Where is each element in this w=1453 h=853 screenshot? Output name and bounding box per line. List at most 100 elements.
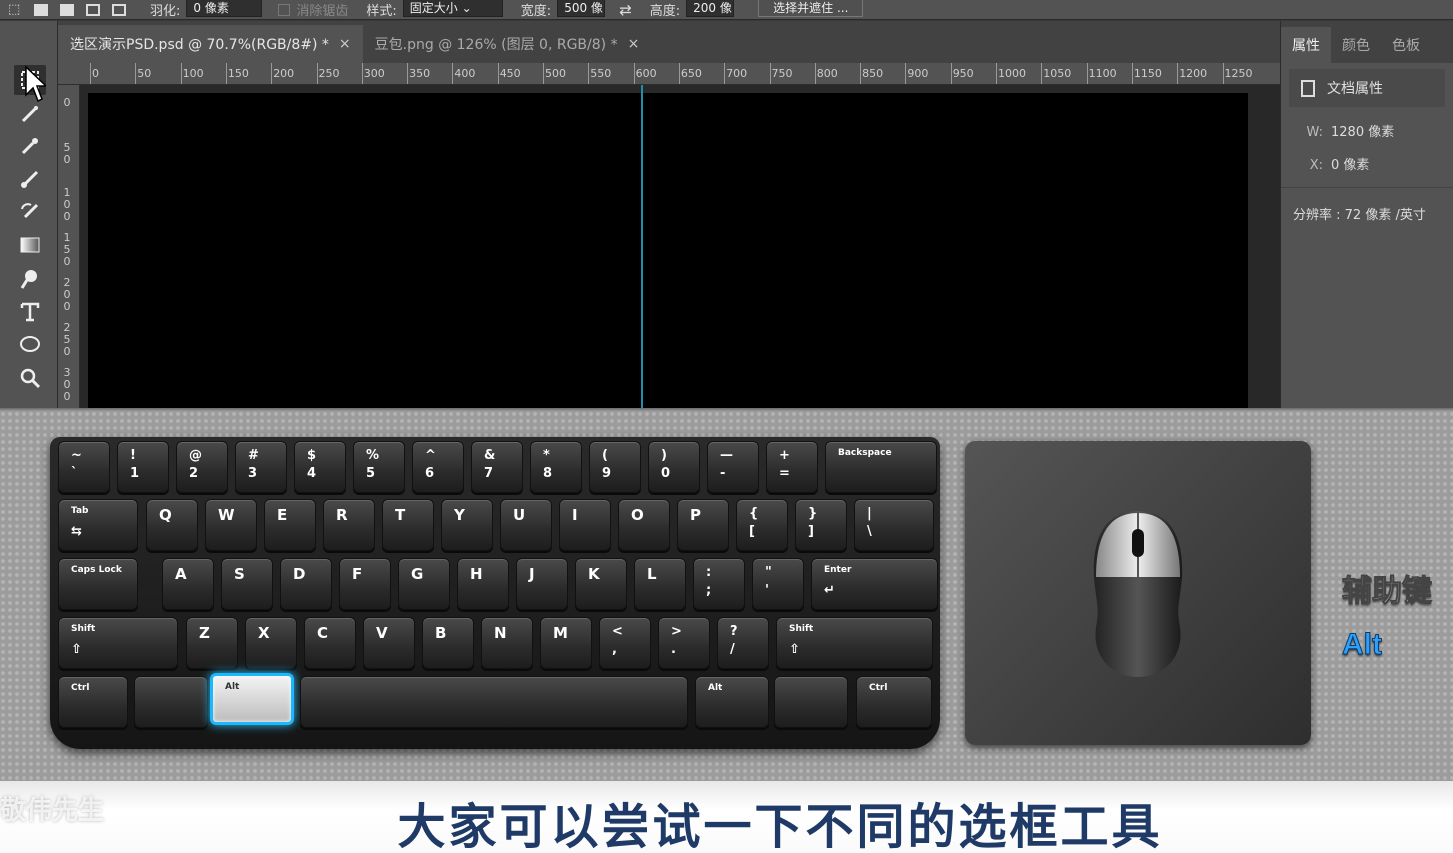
- close-icon[interactable]: ×: [339, 36, 351, 52]
- gradient-tool[interactable]: [14, 230, 46, 260]
- ruler-tick: [1041, 63, 1043, 84]
- key-X: X: [245, 617, 297, 669]
- key-.: >.: [658, 617, 710, 669]
- eyedropper-tool[interactable]: [14, 131, 46, 161]
- dodge-tool[interactable]: [14, 264, 46, 294]
- history-brush-tool[interactable]: [14, 197, 46, 227]
- ruler-label: 200: [273, 67, 295, 80]
- ruler-label: 700: [726, 67, 748, 80]
- vertical-ruler[interactable]: 0 50 100 150 200 250 300: [58, 85, 80, 411]
- ruler-tick: [860, 63, 862, 84]
- ruler-tick: [452, 63, 454, 84]
- ellipse-icon: [20, 336, 40, 352]
- x-property-value[interactable]: 0 像素: [1331, 158, 1369, 173]
- canvas-area[interactable]: [80, 85, 1280, 411]
- properties-panel: 属性 颜色 色板 文档属性 W: 1280 像素 X: 0 像素 分辨率 : 72 …: [1280, 21, 1453, 411]
- key-/: ? /: [717, 617, 769, 669]
- style-label: 样式:: [366, 4, 397, 19]
- key-5: % 5: [353, 441, 405, 493]
- key-2: @2: [176, 441, 228, 493]
- zoom-tool[interactable]: [14, 363, 46, 393]
- ruler-label: 1150: [1133, 67, 1162, 80]
- key-B: B: [422, 617, 474, 669]
- key-backspace: Backspace: [825, 441, 937, 493]
- ruler-tick: [271, 63, 273, 84]
- document-properties-header: 文档属性: [1289, 69, 1445, 107]
- ruler-label: 350: [409, 67, 431, 80]
- tab-color[interactable]: 颜色: [1331, 27, 1381, 63]
- key--: — -: [707, 441, 759, 493]
- brush-tool[interactable]: [14, 164, 46, 194]
- type-icon: [20, 302, 40, 322]
- add-selection-icon[interactable]: [60, 3, 74, 16]
- intersect-selection-icon[interactable]: [112, 3, 126, 16]
- ruler-tick: [1177, 63, 1179, 84]
- ruler-label: 0: [63, 96, 71, 109]
- key-\: | \: [854, 499, 934, 551]
- history-brush-icon: [21, 203, 39, 219]
- marquee-preset-icon[interactable]: ⬚ ⌄: [8, 2, 28, 20]
- width-input[interactable]: 500 像: [557, 0, 606, 17]
- guide-line[interactable]: [641, 85, 643, 411]
- horizontal-ruler[interactable]: 0 50 100 150 200 250 300 350 400 450 500 550 600 650 7…: [58, 63, 1280, 85]
- key-menu: [774, 676, 848, 728]
- document-icon: [1301, 79, 1315, 97]
- ruler-label: 150: [63, 231, 71, 268]
- document-canvas[interactable]: [88, 93, 1248, 411]
- width-property-value[interactable]: 1280 像素: [1331, 125, 1394, 140]
- mouse-cursor-icon: [25, 65, 46, 103]
- height-label: 高度:: [649, 4, 681, 19]
- ruler-tick: [1086, 63, 1088, 84]
- ruler-label: 50: [137, 67, 152, 80]
- key-J: J: [516, 558, 568, 610]
- select-and-mask-button[interactable]: 选择并遮住 ...: [758, 0, 864, 17]
- key-': " ': [752, 558, 804, 610]
- x-property: X: 0 像素: [1297, 154, 1453, 173]
- close-icon[interactable]: ×: [628, 36, 640, 52]
- type-tool[interactable]: [14, 297, 46, 327]
- ruler-tick: [950, 63, 952, 84]
- resolution-text: 分辨率 : 72 像素 /英寸: [1293, 208, 1426, 223]
- subtract-selection-icon[interactable]: [86, 3, 100, 16]
- key-9: (9: [589, 441, 641, 493]
- key-=: + =: [766, 441, 818, 493]
- ruler-label: 1250: [1224, 67, 1253, 80]
- ruler-tick: [769, 63, 771, 84]
- new-selection-icon[interactable]: [34, 3, 48, 16]
- key-V: V: [363, 617, 415, 669]
- magic-wand-icon: [21, 106, 38, 123]
- key-shift-right: Shift ⇧: [776, 617, 933, 669]
- key-S: S: [221, 558, 273, 610]
- key-alt-left: Alt: [210, 673, 294, 725]
- zoom-icon: [20, 368, 41, 389]
- tab-swatches[interactable]: 色板: [1381, 27, 1431, 63]
- key-[: {[: [736, 499, 788, 551]
- tab-psd[interactable]: 选区演示PSD.psd @ 70.7%(RGB/8#) * ×: [58, 25, 363, 63]
- ruler-tick: [1131, 63, 1133, 84]
- tab-label: 选区演示PSD.psd @ 70.7%(RGB/8#) *: [70, 37, 329, 53]
- key-A: A: [162, 558, 214, 610]
- ruler-label: 250: [318, 67, 340, 80]
- ruler-tick: [588, 63, 590, 84]
- ruler-tick: [180, 63, 182, 84]
- tab-properties[interactable]: 属性: [1281, 27, 1331, 63]
- tab-png[interactable]: 豆包.png @ 126% (图层 0, RGB/8) * ×: [363, 25, 652, 63]
- ruler-label: 300: [63, 366, 71, 403]
- style-select[interactable]: 固定大小 ⌄: [402, 0, 503, 17]
- swap-icon[interactable]: ⇄: [619, 1, 632, 19]
- key-shift-left: Shift ⇧: [58, 617, 178, 669]
- ruler-label: 0: [92, 67, 99, 80]
- ruler-tick: [814, 63, 816, 84]
- key-ctrl-left: Ctrl: [58, 676, 128, 728]
- key-P: P: [677, 499, 729, 551]
- ruler-tick: [633, 63, 635, 84]
- height-input[interactable]: 200 像: [686, 0, 735, 17]
- ruler-tick: [724, 63, 726, 84]
- key-N: N: [481, 617, 533, 669]
- ruler-tick: [996, 63, 997, 84]
- ellipse-tool[interactable]: [14, 329, 46, 359]
- key-win-left: [134, 676, 208, 728]
- key-K: K: [575, 558, 627, 610]
- antialias-checkbox[interactable]: [278, 3, 291, 16]
- feather-input[interactable]: 0 像素: [186, 0, 263, 17]
